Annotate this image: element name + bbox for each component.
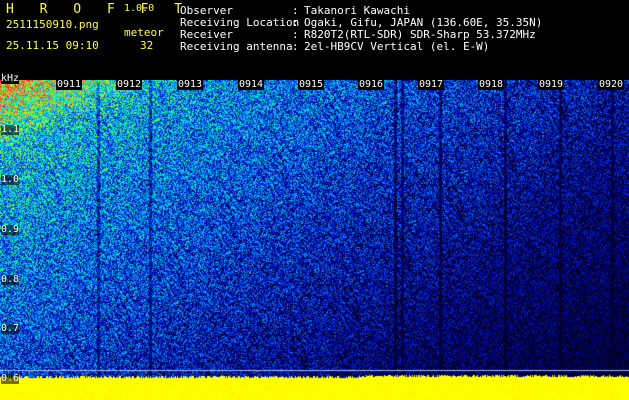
time-tick-0916: 0916 xyxy=(358,79,385,90)
freq-tick-0-6: 0.6 xyxy=(1,373,20,384)
time-tick-0918: 0918 xyxy=(478,79,505,90)
spectrogram-canvas xyxy=(0,80,629,400)
meta-value-receiver: R820T2(RTL-SDR) SDR-Sharp 53.372MHz xyxy=(304,28,536,41)
freq-tick-0-9: 0.9 xyxy=(1,224,20,235)
freq-tick-1-0: 1.0 xyxy=(1,174,20,185)
meta-colon: : xyxy=(292,16,299,29)
datetime-label: 25.11.15 09:10 xyxy=(6,39,99,52)
time-tick-0919: 0919 xyxy=(538,79,565,90)
time-tick-0913: 0913 xyxy=(177,79,204,90)
meta-value-antenna: 2el-HB9CV Vertical (el. E-W) xyxy=(304,40,490,53)
meta-value-location: Ogaki, Gifu, JAPAN (136.60E, 35.35N) xyxy=(304,16,543,29)
meteor-count: 32 xyxy=(140,39,154,52)
meta-label-receiver: Receiver xyxy=(180,28,233,41)
meta-value-observer: Takanori Kawachi xyxy=(304,4,410,17)
meta-colon: : xyxy=(292,28,299,41)
meta-colon: : xyxy=(292,4,299,17)
time-tick-0914: 0914 xyxy=(238,79,265,90)
header-panel: H R O F F T 1.0.0 2511150910.png 25.11.1… xyxy=(0,0,629,80)
freq-tick-0-8: 0.8 xyxy=(1,274,20,285)
meta-label-antenna: Receiving antenna xyxy=(180,40,293,53)
meta-colon: : xyxy=(292,40,299,53)
meteor-label: meteor xyxy=(124,26,164,39)
freq-unit-label: kHz xyxy=(1,73,20,84)
meta-label-location: Receiving Location xyxy=(180,16,300,29)
time-tick-0920: 0920 xyxy=(598,79,625,90)
time-tick-0911: 0911 xyxy=(56,79,83,90)
freq-tick-1-1: 1.1 xyxy=(1,124,20,135)
time-tick-0915: 0915 xyxy=(298,79,325,90)
app-title: H R O F F T xyxy=(6,2,192,17)
filename-label: 2511150910.png xyxy=(6,18,99,31)
meta-label-observer: Observer xyxy=(180,4,233,17)
time-tick-0917: 0917 xyxy=(418,79,445,90)
app-version: 1.0.0 xyxy=(124,3,155,14)
freq-tick-0-7: 0.7 xyxy=(1,323,20,334)
time-tick-0912: 0912 xyxy=(116,79,143,90)
